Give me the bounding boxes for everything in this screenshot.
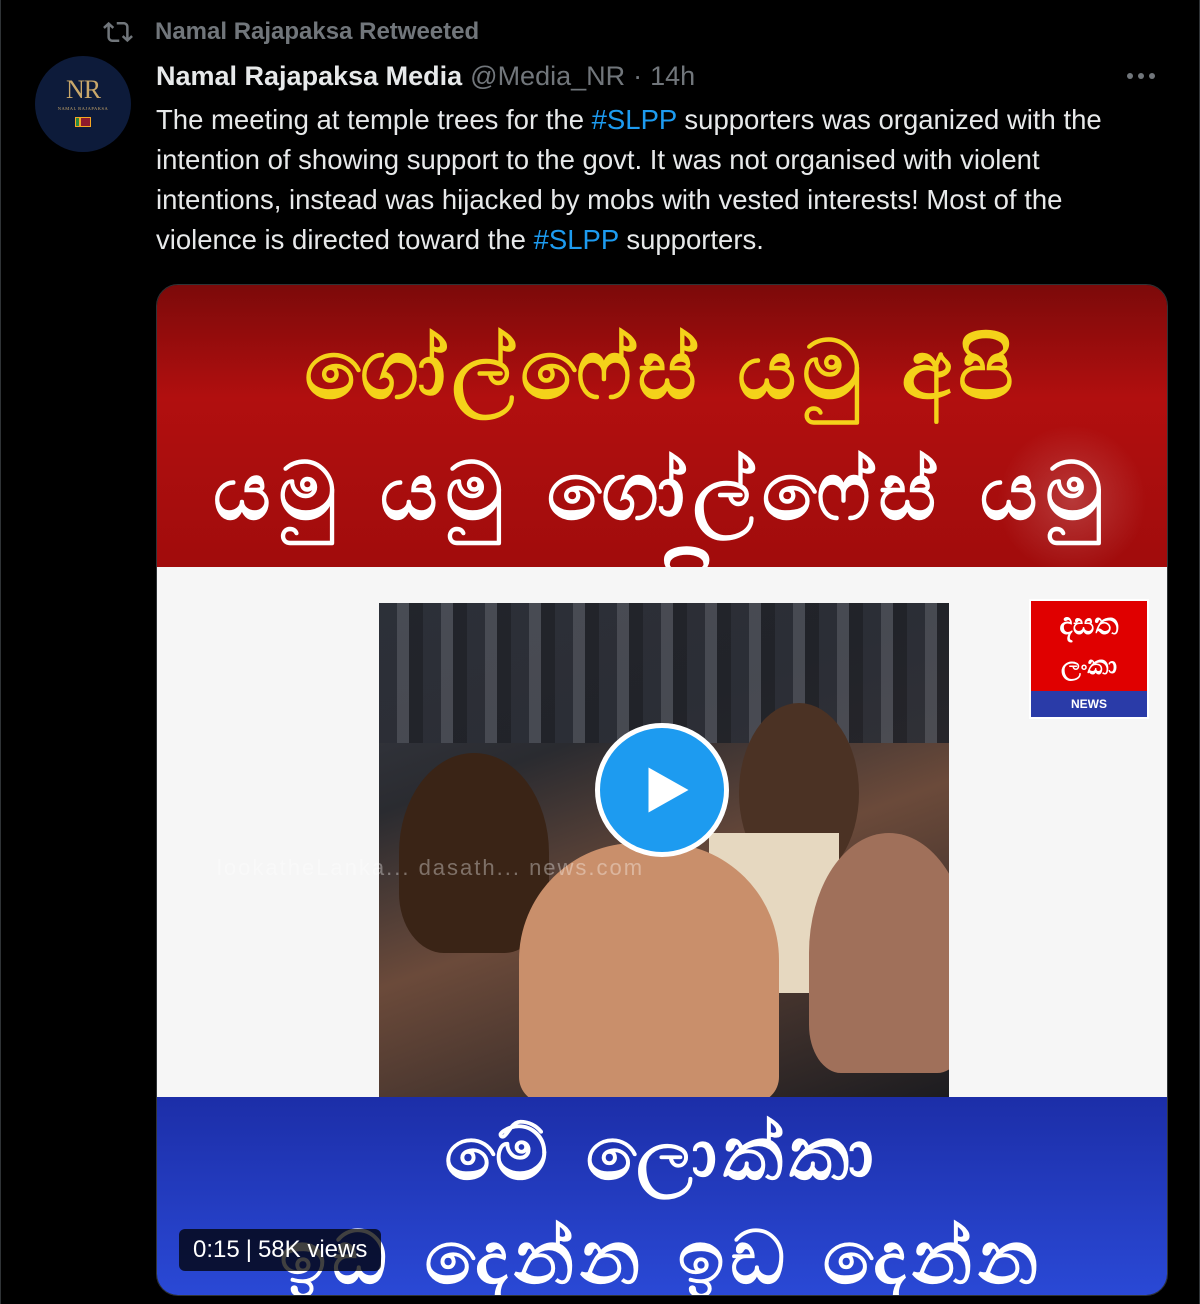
tweet-header: Namal Rajapaksa Media @Media_NR · 14h [156, 58, 1159, 94]
hashtag-link[interactable]: #SLPP [592, 104, 677, 135]
retweet-icon [101, 15, 135, 49]
news-logo-line1: දසත [1059, 607, 1119, 642]
avatar[interactable]: NR NAMAL RAJAPAKSA [35, 56, 131, 152]
avatar-subtitle: NAMAL RAJAPAKSA [57, 106, 109, 111]
tweet-text: The meeting at temple trees for the #SLP… [156, 100, 1166, 260]
news-logo-badge: NEWS [1071, 697, 1107, 711]
tweet-container[interactable]: Namal Rajapaksa Retweeted NR NAMAL RAJAP… [0, 0, 1200, 1304]
social-context[interactable]: Namal Rajapaksa Retweeted [101, 14, 479, 50]
video-duration: 0:15 [193, 1236, 240, 1263]
flag-icon [75, 117, 91, 127]
banner-glow [997, 425, 1147, 575]
header-separator: · [633, 60, 643, 91]
news-logo: දසත ලංකා NEWS [1029, 599, 1149, 719]
video-banner-top: ගෝල්ෆේස් යමු අපි යමු යමු ගෝල්ෆේස් යමු අප… [157, 285, 1167, 632]
video-stats: 0:15 | 58K views [179, 1229, 382, 1271]
play-button[interactable] [595, 723, 729, 857]
social-context-text: Namal Rajapaksa Retweeted [155, 18, 480, 45]
video-watermark: lookatheLanka... dasath... news.com [217, 855, 645, 880]
banner-bottom-line1: මේ ලොක්කා [444, 1111, 880, 1197]
author-name[interactable]: Namal Rajapaksa Media [156, 61, 462, 92]
author-handle[interactable]: @Media_NR [470, 61, 625, 92]
play-icon [648, 767, 689, 813]
view-count: 58K views [257, 1236, 368, 1263]
news-logo-line2: ලංකා [1060, 651, 1118, 681]
video-player[interactable]: ගෝල්ෆේස් යමු අපි යමු යමු ගෝල්ෆේස් යමු අප… [156, 284, 1168, 1296]
avatar-monogram: NR [65, 75, 101, 104]
tweet-text-part: supporters. [618, 224, 764, 255]
tweet-text-part: The meeting at temple trees for the [156, 104, 592, 135]
stats-separator: | [245, 1236, 252, 1263]
tweet-timestamp[interactable]: 14h [650, 61, 695, 92]
more-options-icon[interactable] [1123, 60, 1159, 92]
banner-top-line1: ගෝල්ෆේස් යමු අපි [304, 323, 1020, 418]
hashtag-link[interactable]: #SLPP [534, 224, 619, 255]
